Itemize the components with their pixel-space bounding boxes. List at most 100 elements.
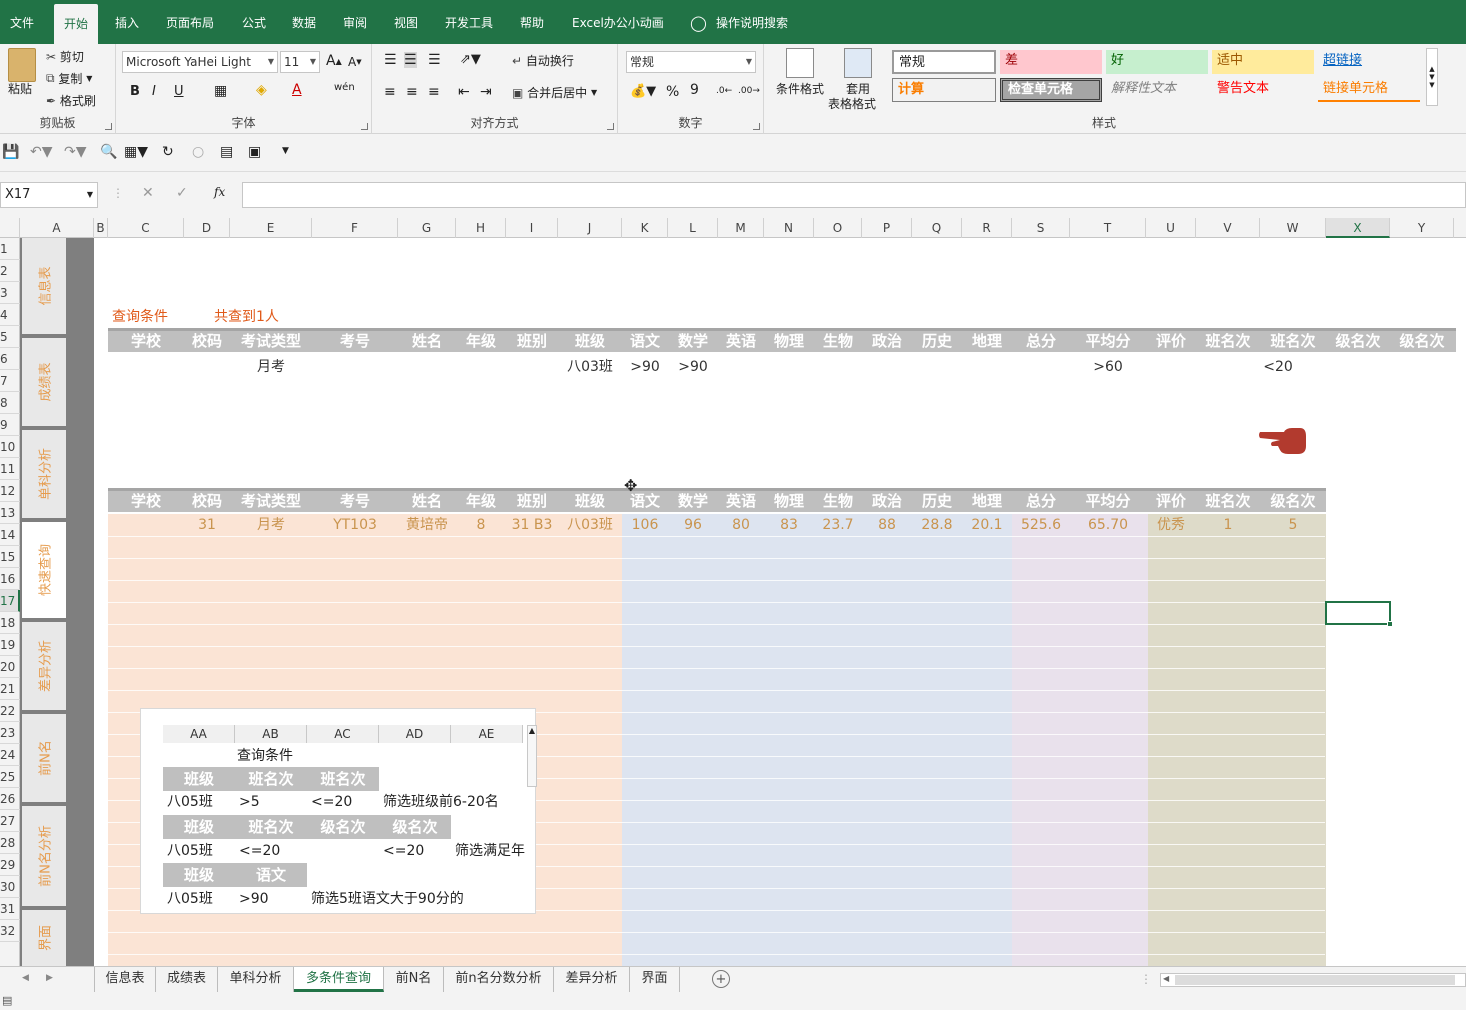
col-header[interactable]: J [558, 218, 622, 238]
paste-icon[interactable] [8, 48, 36, 82]
font-launcher-icon[interactable] [361, 123, 368, 130]
result-cell[interactable]: 八03班 [558, 514, 622, 536]
col-header[interactable]: V [1196, 218, 1260, 238]
sheet-tab[interactable]: 成绩表 [156, 967, 218, 992]
cut-button[interactable]: ✂ 剪切 [46, 48, 84, 65]
row-header[interactable]: 21 [0, 678, 20, 700]
sheet-tab[interactable]: 差异分析 [554, 967, 630, 992]
row-header[interactable]: 29 [0, 854, 20, 876]
decrease-decimal-icon[interactable]: .00→ [738, 86, 760, 96]
scroll-tabs-right-icon[interactable]: ▶ [46, 973, 53, 983]
col-header[interactable]: I [506, 218, 558, 238]
camera-icon[interactable]: ▣ [248, 144, 261, 160]
style-hyperlink[interactable]: 超链接 [1318, 50, 1420, 74]
menu-formulas[interactable]: 公式 [242, 0, 266, 44]
row-header[interactable]: 23 [0, 722, 20, 744]
align-center-icon[interactable]: ≡ [406, 84, 418, 100]
paste-button[interactable]: 粘贴 [8, 80, 32, 97]
menu-addin[interactable]: Excel办公小动画 [572, 0, 664, 44]
result-cell[interactable]: 31 [184, 514, 230, 536]
style-explanatory[interactable]: 解释性文本 [1106, 78, 1208, 102]
result-cell[interactable]: YT103 [312, 514, 398, 536]
style-good[interactable]: 好 [1106, 50, 1208, 74]
bold-button[interactable]: B [130, 84, 140, 99]
horizontal-scrollbar[interactable]: ◀ [1160, 973, 1466, 987]
col-header[interactable]: W [1260, 218, 1326, 238]
nav-tab-query[interactable]: 快速查询 [22, 522, 66, 618]
sheet-tab[interactable]: 信息表 [94, 967, 156, 992]
menu-developer[interactable]: 开发工具 [445, 0, 493, 44]
wrap-text-button[interactable]: ↵ 自动换行 [512, 52, 574, 69]
col-header[interactable]: Y [1390, 218, 1454, 238]
orientation-icon[interactable]: ⇗▼ [460, 52, 481, 67]
select-all-corner[interactable] [0, 218, 20, 238]
query-exam-type[interactable]: 月考 [230, 356, 312, 378]
worksheet[interactable]: 查询条件 共查到1人 学校 校码 考试类型 考号 姓名 年级 班别 班级 语文 … [94, 238, 1466, 966]
col-header[interactable]: S [1012, 218, 1070, 238]
nav-tab-topn[interactable]: 前N名 [22, 714, 66, 802]
row-header[interactable]: 26 [0, 788, 20, 810]
result-cell[interactable]: 65.70 [1070, 514, 1146, 536]
style-linked-cell[interactable]: 链接单元格 [1318, 78, 1420, 102]
nav-tab-topn-analysis[interactable]: 前N名分析 [22, 806, 66, 906]
scroll-tabs-left-icon[interactable]: ◀ [22, 973, 29, 983]
row-header[interactable]: 24 [0, 744, 20, 766]
col-header[interactable]: E [230, 218, 312, 238]
row-header[interactable]: 2 [0, 260, 20, 282]
menu-insert[interactable]: 插入 [115, 0, 139, 44]
selected-cell[interactable] [1325, 601, 1391, 625]
result-cell[interactable]: 96 [668, 514, 718, 536]
result-cell[interactable]: 88 [862, 514, 912, 536]
menu-home[interactable]: 开始 [54, 4, 99, 48]
result-cell[interactable]: 黄培帝 [398, 514, 456, 536]
col-header[interactable]: M [718, 218, 764, 238]
form-icon[interactable]: ▤ [220, 144, 233, 160]
align-left-icon[interactable]: ≡ [384, 84, 396, 100]
table-format-icon[interactable] [844, 48, 872, 78]
fill-color-icon[interactable]: ◈ [256, 82, 267, 98]
result-cell[interactable]: 83 [764, 514, 814, 536]
currency-icon[interactable]: 💰▼ [630, 84, 656, 99]
scroll-thumb[interactable] [1175, 975, 1455, 985]
tab-splitter-icon[interactable]: ⋮ [1140, 972, 1152, 986]
row-header[interactable]: 5 [0, 326, 20, 348]
sheet-tab[interactable]: 前n名分数分析 [444, 967, 554, 992]
row-header-selected[interactable]: 17 [0, 590, 20, 612]
row-header[interactable]: 31 [0, 898, 20, 920]
font-size-select[interactable]: 11 ▼ [280, 51, 320, 73]
alignment-launcher-icon[interactable] [607, 123, 614, 130]
query-rank[interactable]: <20 [1246, 356, 1310, 378]
underline-button[interactable]: U [174, 84, 184, 99]
col-header[interactable]: D [184, 218, 230, 238]
menu-search[interactable]: 操作说明搜索 [716, 0, 788, 44]
result-cell[interactable]: 月考 [230, 514, 312, 536]
nav-tab-info[interactable]: 信息表 [22, 238, 66, 334]
menu-help[interactable]: 帮助 [520, 0, 544, 44]
format-painter-button[interactable]: ✒ 格式刷 [46, 92, 96, 109]
row-header[interactable]: 6 [0, 348, 20, 370]
row-header[interactable]: 20 [0, 656, 20, 678]
font-color-button[interactable]: A [292, 82, 302, 98]
sheet-tab-active[interactable]: 多条件查询 [294, 967, 384, 992]
row-header[interactable]: 3 [0, 282, 20, 304]
col-header[interactable]: O [814, 218, 862, 238]
col-header[interactable]: N [764, 218, 814, 238]
row-header[interactable]: 28 [0, 832, 20, 854]
col-header[interactable]: T [1070, 218, 1146, 238]
col-header[interactable]: G [398, 218, 456, 238]
align-top-icon[interactable]: ☰ [384, 52, 397, 68]
result-cell[interactable]: 优秀 [1146, 514, 1196, 536]
col-header-selected[interactable]: X [1326, 218, 1390, 238]
col-header[interactable]: Q [912, 218, 962, 238]
menu-layout[interactable]: 页面布局 [166, 0, 214, 44]
col-header[interactable]: B [94, 218, 108, 238]
table-format-button[interactable]: 表格格式 [828, 95, 876, 112]
italic-button[interactable]: I [152, 84, 156, 99]
col-header[interactable]: L [668, 218, 718, 238]
customize-qat-icon[interactable]: ▼ [282, 146, 289, 156]
enter-icon[interactable]: ✓ [176, 185, 188, 201]
row-header[interactable]: 15 [0, 546, 20, 568]
merge-center-button[interactable]: ▣ 合并后居中 ▼ [512, 84, 597, 101]
shrink-font-button[interactable]: A ▼ [348, 55, 362, 69]
style-warning[interactable]: 警告文本 [1212, 78, 1314, 102]
